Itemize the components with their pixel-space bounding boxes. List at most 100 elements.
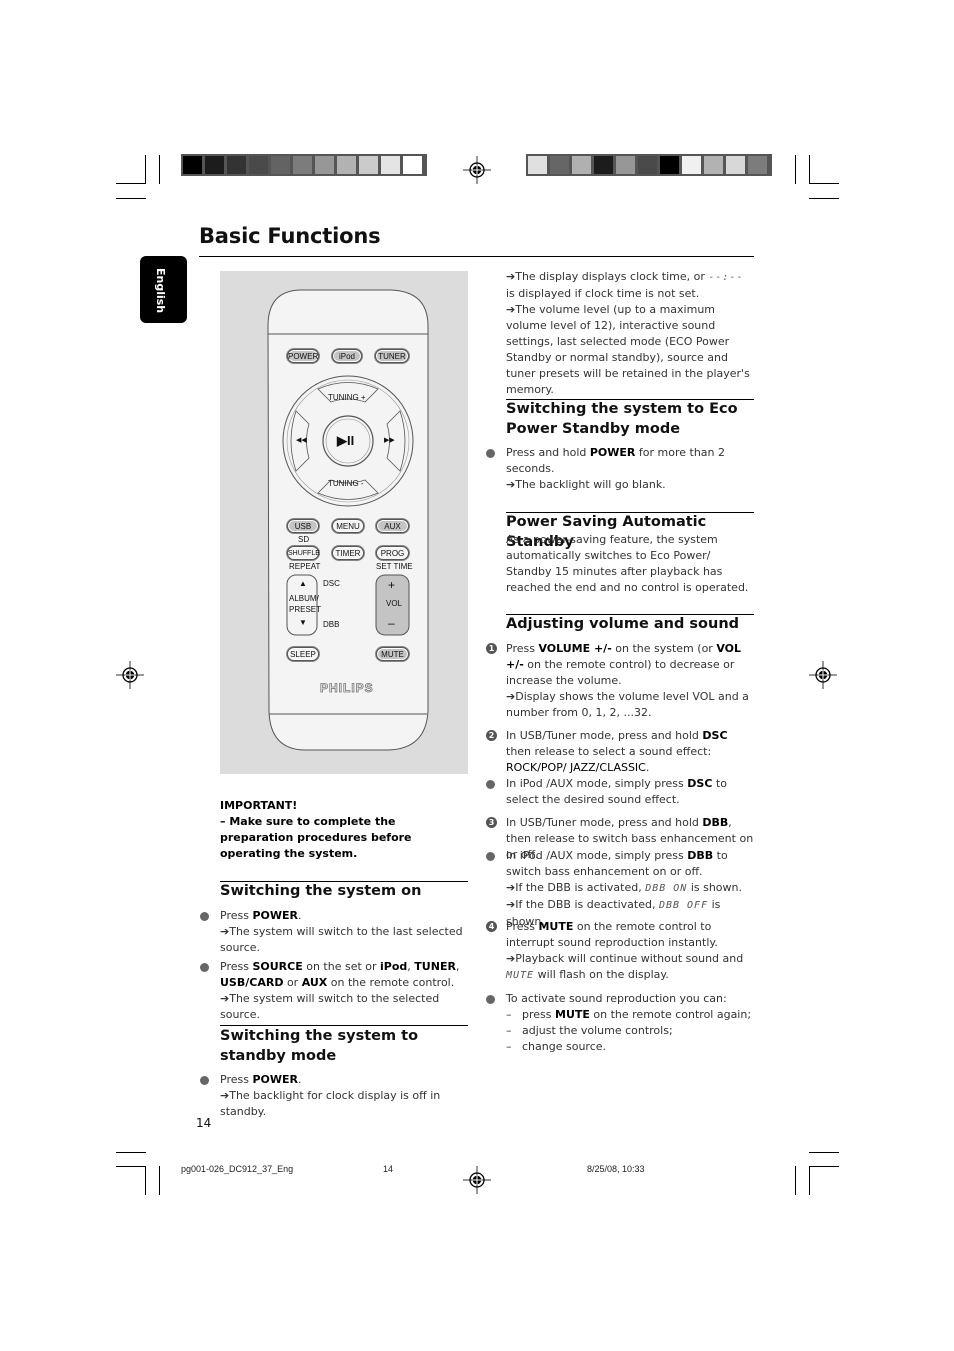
color-swatch — [403, 156, 422, 174]
section-heading-switching-on: Switching the system on — [220, 883, 422, 899]
text-run: . — [645, 761, 650, 774]
lcd-text: DBB ON — [645, 883, 688, 894]
remote-menu-button[interactable]: MENU — [332, 519, 364, 533]
text-run: In iPod /AUX mode, simply press — [506, 849, 688, 862]
remote-dsc-label: DSC — [323, 579, 340, 588]
color-swatch — [638, 156, 657, 174]
remote-vol-plus-button[interactable]: + — [388, 578, 395, 592]
color-swatch — [271, 156, 290, 174]
bold-term: VOLUME +/- — [538, 642, 612, 655]
crop-mark — [116, 1152, 146, 1153]
step-number-icon: 4 — [486, 921, 497, 932]
footer-filename: pg001-026_DC912_37_Eng — [181, 1164, 294, 1174]
step-number-icon: 2 — [486, 730, 497, 741]
color-swatch — [550, 156, 569, 174]
step-4: Press MUTE on the remote control to inte… — [506, 919, 754, 984]
bullet-icon — [200, 963, 209, 972]
step-1: Press VOLUME +/- on the system (or VOL +… — [506, 641, 756, 721]
remote-next-button[interactable]: ▶▶ — [384, 436, 395, 444]
remote-previous-button[interactable]: ◀◀ — [296, 436, 307, 444]
color-swatch — [748, 156, 767, 174]
remote-shuffle-button[interactable]: SHUFFLE — [287, 546, 320, 560]
bold-term: AUX — [301, 976, 328, 989]
registration-mark-icon — [463, 1166, 491, 1194]
remote-dbb-label: DBB — [323, 620, 340, 629]
crop-mark — [809, 198, 839, 199]
text-run: on the remote control) to decrease or in… — [506, 658, 735, 687]
color-swatch — [528, 156, 547, 174]
crop-mark — [809, 1152, 839, 1153]
remote-album-down-button[interactable]: ▼ — [299, 618, 307, 627]
crop-mark — [116, 1166, 146, 1167]
remote-vol-minus-button[interactable]: – — [388, 616, 395, 630]
color-swatch — [205, 156, 224, 174]
remote-tuning-down-button[interactable]: TUNING - — [328, 479, 364, 488]
remote-set-time-label: SET TIME — [376, 562, 413, 571]
remote-aux-button[interactable]: AUX — [376, 519, 409, 533]
color-swatch — [682, 156, 701, 174]
step-number-icon: 3 — [486, 817, 497, 828]
text-run: on the remote control again; — [589, 1008, 752, 1021]
remote-tuning-up-button[interactable]: TUNING + — [328, 393, 366, 402]
step-2: In USB/Tuner mode, press and hold DSC th… — [506, 728, 754, 776]
color-swatch — [660, 156, 679, 174]
text-run: or — [283, 976, 302, 989]
remote-timer-button[interactable]: TIMER — [332, 546, 364, 560]
text-run: Press — [506, 642, 539, 655]
step-2-ipod: In iPod /AUX mode, simply press DSC to s… — [506, 776, 756, 808]
bold-term: DSC — [702, 729, 728, 742]
remote-play-pause-button[interactable]: ▶II — [337, 433, 354, 449]
bullet-icon — [486, 780, 495, 789]
remote-album-up-button[interactable]: ▲ — [299, 579, 307, 588]
remote-vol-label: VOL — [386, 599, 403, 608]
page-number: 14 — [196, 1116, 212, 1130]
language-tab: English — [140, 256, 187, 323]
section-heading-eco-standby: Switching the system to Eco Power Standb… — [506, 401, 738, 437]
crop-mark — [145, 155, 146, 184]
bullet-icon — [486, 449, 495, 458]
crop-mark — [795, 1166, 796, 1195]
crop-mark — [795, 155, 796, 184]
bullet-icon — [200, 1076, 209, 1085]
bullet-icon — [486, 995, 495, 1004]
text-run: Press — [506, 920, 539, 933]
registration-mark-icon — [116, 661, 144, 689]
color-calibration-bar-left — [181, 154, 427, 176]
result-text: Display shows the volume level VOL and a… — [506, 689, 756, 721]
color-swatch — [293, 156, 312, 174]
remote-ipod-button[interactable]: iPod — [332, 349, 362, 363]
lcd-text: DBB OFF — [658, 900, 709, 911]
remote-usb-button[interactable]: USB — [287, 519, 319, 533]
color-swatch — [381, 156, 400, 174]
lcd-text: MUTE — [506, 970, 535, 981]
crop-mark — [809, 183, 839, 184]
important-text: – Make sure to complete the preparation … — [220, 815, 412, 860]
bold-term: DSC — [687, 777, 713, 790]
lcd-text: --:-- — [708, 272, 744, 283]
color-swatch — [227, 156, 246, 174]
text-run: press — [522, 1008, 555, 1021]
bold-term: DBB — [702, 816, 729, 829]
bold-term: ROCK/POP/ JAZZ/CLASSIC — [506, 761, 646, 774]
registration-mark-icon — [809, 661, 837, 689]
remote-sleep-button[interactable]: SLEEP — [287, 647, 319, 661]
footer-date: 8/25/08, 10:33 — [587, 1164, 645, 1174]
step-number-icon: 1 — [486, 643, 497, 654]
bullet-icon — [200, 912, 209, 921]
crop-mark — [116, 183, 146, 184]
crop-mark — [809, 1166, 839, 1167]
color-swatch — [359, 156, 378, 174]
remote-tuner-button[interactable]: TUNER — [375, 349, 409, 363]
crop-mark — [159, 155, 160, 184]
step-3-ipod: In iPod /AUX mode, simply press DBB to s… — [506, 848, 756, 930]
auto-standby-text: As a power-saving feature, the system au… — [506, 533, 749, 594]
page-title: Basic Functions — [199, 224, 381, 248]
text-run: In USB/Tuner mode, press and hold — [506, 729, 703, 742]
crop-mark — [116, 198, 146, 199]
remote-prog-button[interactable]: PROG — [376, 546, 409, 560]
section-heading-volume: Adjusting volume and sound — [506, 616, 740, 632]
important-note: IMPORTANT! – Make sure to complete the p… — [220, 798, 470, 862]
important-title: IMPORTANT! — [220, 799, 298, 812]
remote-mute-button[interactable]: MUTE — [376, 647, 409, 661]
remote-power-button[interactable]: POWER — [287, 349, 319, 363]
